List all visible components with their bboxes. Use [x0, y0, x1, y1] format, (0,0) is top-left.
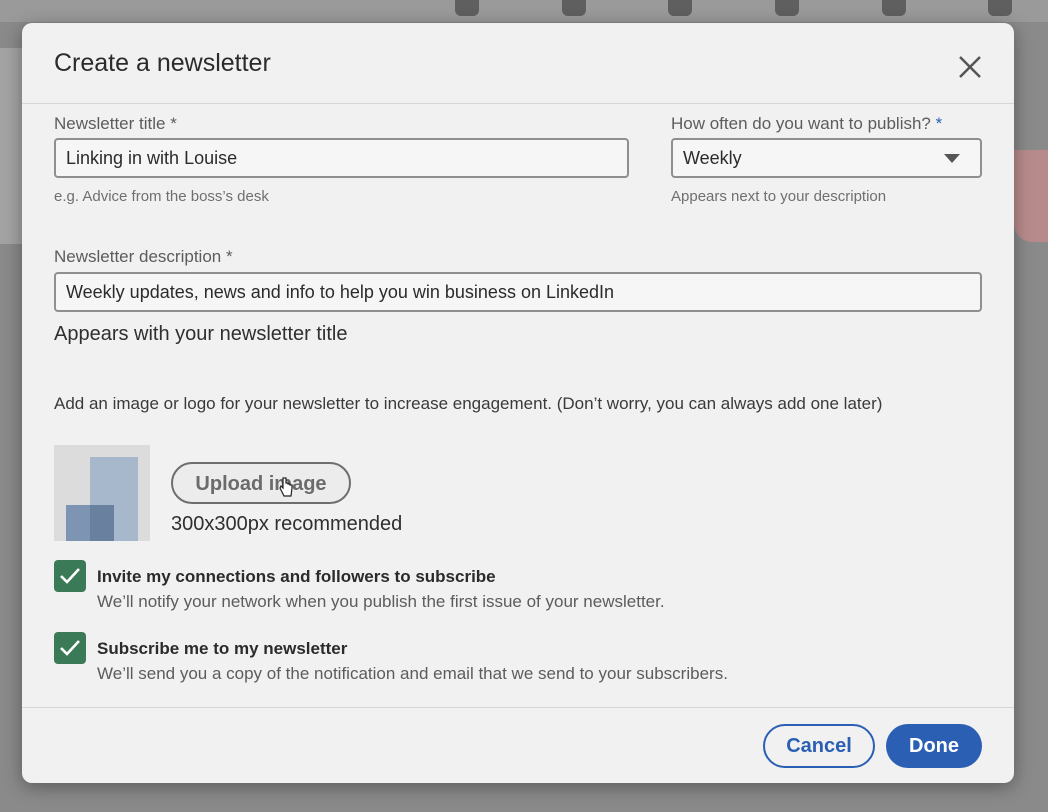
frequency-label-text: How often do you want to publish?	[671, 114, 931, 133]
cancel-button[interactable]: Cancel	[763, 724, 875, 768]
newsletter-title-label: Newsletter title *	[54, 114, 177, 134]
required-marker: *	[935, 114, 943, 133]
image-recommendation: 300x300px recommended	[171, 513, 403, 535]
invite-connections-label: Invite my connections and followers to s…	[97, 567, 496, 586]
background-card	[0, 48, 22, 244]
subscribe-me-description: We’ll send you a copy of the notificatio…	[97, 664, 728, 683]
notifications-icon	[882, 0, 906, 16]
newsletter-description-input[interactable]	[54, 272, 982, 312]
checkmark-icon	[60, 640, 80, 656]
home-icon	[455, 0, 479, 16]
frequency-selected-value: Weekly	[683, 148, 742, 168]
close-button[interactable]	[955, 52, 985, 82]
messaging-icon	[775, 0, 799, 16]
image-placeholder	[54, 445, 150, 541]
checkmark-icon	[60, 568, 80, 584]
profile-avatar-icon	[988, 0, 1012, 16]
subscribe-me-label: Subscribe me to my newsletter	[97, 639, 348, 658]
close-icon	[959, 56, 981, 78]
frequency-label: How often do you want to publish? *	[671, 114, 942, 134]
chevron-down-icon	[944, 154, 960, 163]
create-newsletter-dialog: Create a newsletter Newsletter title * e…	[22, 23, 1014, 783]
image-prompt: Add an image or logo for your newsletter…	[54, 394, 883, 413]
upload-image-button[interactable]: Upload image	[171, 462, 351, 504]
frequency-select[interactable]: Weekly	[671, 138, 982, 178]
network-icon	[562, 0, 586, 16]
newsletter-description-label: Newsletter description *	[54, 247, 233, 267]
frequency-hint: Appears next to your description	[671, 188, 887, 205]
invite-connections-checkbox[interactable]	[54, 560, 86, 592]
newsletter-title-hint: e.g. Advice from the boss’s desk	[54, 188, 269, 205]
dialog-header: Create a newsletter	[22, 23, 1014, 104]
placeholder-shape	[90, 505, 114, 541]
hand-cursor-icon	[279, 477, 293, 497]
subscribe-me-checkbox[interactable]	[54, 632, 86, 664]
required-marker: *	[170, 114, 177, 133]
newsletter-description-hint: Appears with your newsletter title	[54, 323, 348, 345]
invite-connections-description: We’ll notify your network when you publi…	[97, 592, 665, 611]
newsletter-title-input[interactable]	[54, 138, 629, 178]
background-photo	[1014, 150, 1048, 242]
newsletter-title-label-text: Newsletter title	[54, 114, 166, 133]
dialog-title: Create a newsletter	[54, 49, 271, 77]
done-button[interactable]: Done	[886, 724, 982, 768]
newsletter-description-label-text: Newsletter description	[54, 247, 222, 266]
required-marker: *	[225, 247, 233, 266]
jobs-icon	[668, 0, 692, 16]
